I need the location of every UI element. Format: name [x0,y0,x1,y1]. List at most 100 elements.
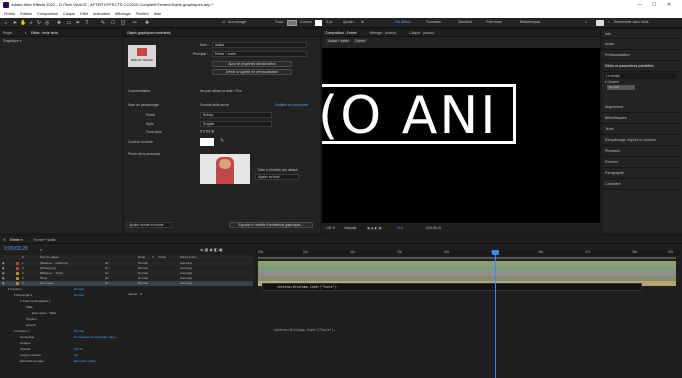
template-thumbnail[interactable]: MON ET TECHNI [128,45,156,67]
expression-text-2[interactable]: contenu+thisComp.layer("Texte"); [274,328,335,332]
effects-result-item[interactable]: Remplir [607,85,635,90]
menu-window[interactable]: Fenêtre [136,10,149,18]
menu-effect[interactable]: Effet [80,10,88,18]
timeline-search-icon[interactable]: ⌕ [40,247,42,252]
tab-project[interactable]: Projet [3,31,12,35]
panel-character[interactable]: Caractère [602,179,681,190]
workspace-more[interactable]: » [585,20,587,24]
snap-checkbox[interactable]: ☑ [222,20,225,24]
menu-file[interactable]: Fichier [4,10,15,18]
text-tool-icon[interactable]: T [84,20,90,26]
layer-switches[interactable]: ⊕ ⁄ [105,281,109,286]
stroke-swatch[interactable] [315,20,322,26]
hand-tool-icon[interactable]: ✋ [20,20,26,26]
stamp-tool-icon[interactable]: ⎔ [110,20,116,26]
property-row[interactable]: ▾ Contenu Normal [0,287,253,292]
layer-mode[interactable]: Normal [138,281,148,286]
pen-tool-icon[interactable]: ✒ [75,20,81,26]
close-button[interactable]: ✕ [667,0,671,10]
time-ruler[interactable]: 00s 01s 02s 03s 04s 05s 06s 07s 08s 09s [256,250,680,256]
property-row[interactable]: Largeur contour 4,0 [0,353,253,358]
tab-forme-sortie[interactable]: Forme + sortie [34,238,56,242]
label-color[interactable] [16,262,19,265]
property-value[interactable]: Extrémité vérifié [74,359,96,364]
playhead[interactable] [495,250,496,378]
effects-category[interactable]: ▾ Générer [605,80,619,84]
minimize-button[interactable]: — [637,0,642,10]
workspace-default[interactable]: Par défaut [395,20,411,24]
menu-composition[interactable]: Composition [37,10,58,18]
close-tab-icon[interactable]: ✕ [3,238,6,242]
add-props-button[interactable]: Ajout de propriétés sélectionnées [212,61,292,67]
tab-effects[interactable]: Effets : texte texte [31,31,58,35]
property-row[interactable]: ▾ Contour 1 Normal [0,329,253,334]
stroke-width[interactable]: 3 px [326,20,332,24]
camera-tool-icon[interactable]: ◎ [44,20,50,26]
layer-name[interactable]: Nom texte [40,281,54,286]
media-fit-select[interactable]: Ajuster au fond [255,174,299,180]
property-row[interactable]: Expression : Taille [0,311,253,316]
property-value[interactable]: En dessous du précédent dans ~ [74,335,118,340]
edit-props-link[interactable]: Modifier les propriétés [275,103,308,107]
panel-libraries[interactable]: Bibliothèques [602,113,681,124]
rotate-tool-icon[interactable]: ↻ [36,20,42,26]
sync-icon[interactable] [596,20,604,26]
property-value[interactable]: Normal [74,287,84,292]
tab-composition[interactable]: Composition : Entrée [325,31,357,35]
menu-layer[interactable]: Calque [63,10,75,18]
panel-text[interactable]: Texte [602,124,681,135]
add-icon[interactable]: ⊕ [361,20,364,24]
name-field[interactable]: Avatar [212,42,307,48]
breadcrumb-parent[interactable]: Avatar + sortie [326,39,351,43]
playhead-handle[interactable] [492,250,499,255]
panel-brushes[interactable]: Pinceaux [602,146,681,157]
rectangle-tool-icon[interactable]: ▭ [66,20,72,26]
zoom-select[interactable]: 100 % [326,226,335,230]
layer-parent[interactable]: Aucun(e) [180,281,192,286]
add-layout-select[interactable]: Ajouter la mise en forme [126,222,172,228]
panel-preview[interactable]: Prévisualisation [602,50,681,61]
property-value[interactable]: 100 % [74,347,83,352]
panel-audio[interactable]: Audio [602,39,681,50]
brush-tool-icon[interactable]: ✎ [100,20,106,26]
panel-effects-presets[interactable]: Effets et paramètres prédéfinis [602,61,681,72]
composition-canvas[interactable]: (O ANI [322,48,600,223]
workspace-training[interactable]: Formation [426,20,441,24]
text-color-swatch[interactable] [200,138,214,146]
timeline-switch-icons[interactable]: ⇆ ▦ ◉ ◧ ▣ [200,247,223,252]
tab-footage[interactable]: Métrage : (aucun) [370,31,397,35]
label-color[interactable] [16,277,19,280]
table-row[interactable]: ◉ 5 Nom texte ⊕ ⁄ Normal Aucun(e) [0,281,253,286]
menu-view[interactable]: Affichage [115,10,131,18]
panel-paint[interactable]: Peinture [602,157,681,168]
current-time[interactable]: 0;00;03;28 [4,246,28,252]
panel-align[interactable]: Alignement [602,102,681,113]
property-row[interactable]: Opacité 100 % [0,347,253,352]
export-template-button[interactable]: Exporter le modèle d'animations graphiqu… [229,222,313,228]
canvas-title-text[interactable]: (O ANI [322,88,498,144]
panel-paragraph[interactable]: Paragraphe [602,168,681,179]
eyedropper-icon[interactable]: ✎ [220,138,224,144]
workspace-small-screen[interactable]: Petit écran [486,20,502,24]
workspace-libraries[interactable]: Bibliothèques [520,20,540,24]
maximize-button[interactable]: ☐ [652,0,656,10]
puppet-tool-icon[interactable]: ✚ [144,20,150,26]
menu-animation[interactable]: Animation [93,10,110,18]
help-search-input[interactable]: Rechercher dans l'aide [614,20,649,24]
label-color[interactable] [16,267,19,270]
label-color[interactable] [16,272,19,275]
property-row[interactable]: Arrondi [0,323,253,328]
menu-edit[interactable]: Edition [20,10,32,18]
expression-field-1[interactable]: contenu+thisComp.layer("Texte"); [262,283,642,291]
primary-select[interactable]: Entrez + sortie [212,51,307,57]
label-color[interactable] [16,282,19,285]
property-row[interactable]: Couleur [0,341,253,346]
property-row[interactable]: Extrémité de ligne Extrémité vérifié [0,359,253,364]
property-row[interactable]: Position [0,317,253,322]
add-property[interactable]: Ajouter : ● [128,292,142,296]
workspace-standard[interactable]: Standard [458,20,472,24]
home-icon[interactable]: ⌂ [3,20,9,26]
anchor-tool-icon[interactable]: ✥ [56,20,62,26]
font-style-buttons[interactable]: T T TT T² [200,130,214,134]
style-select[interactable]: Regular [200,121,272,127]
